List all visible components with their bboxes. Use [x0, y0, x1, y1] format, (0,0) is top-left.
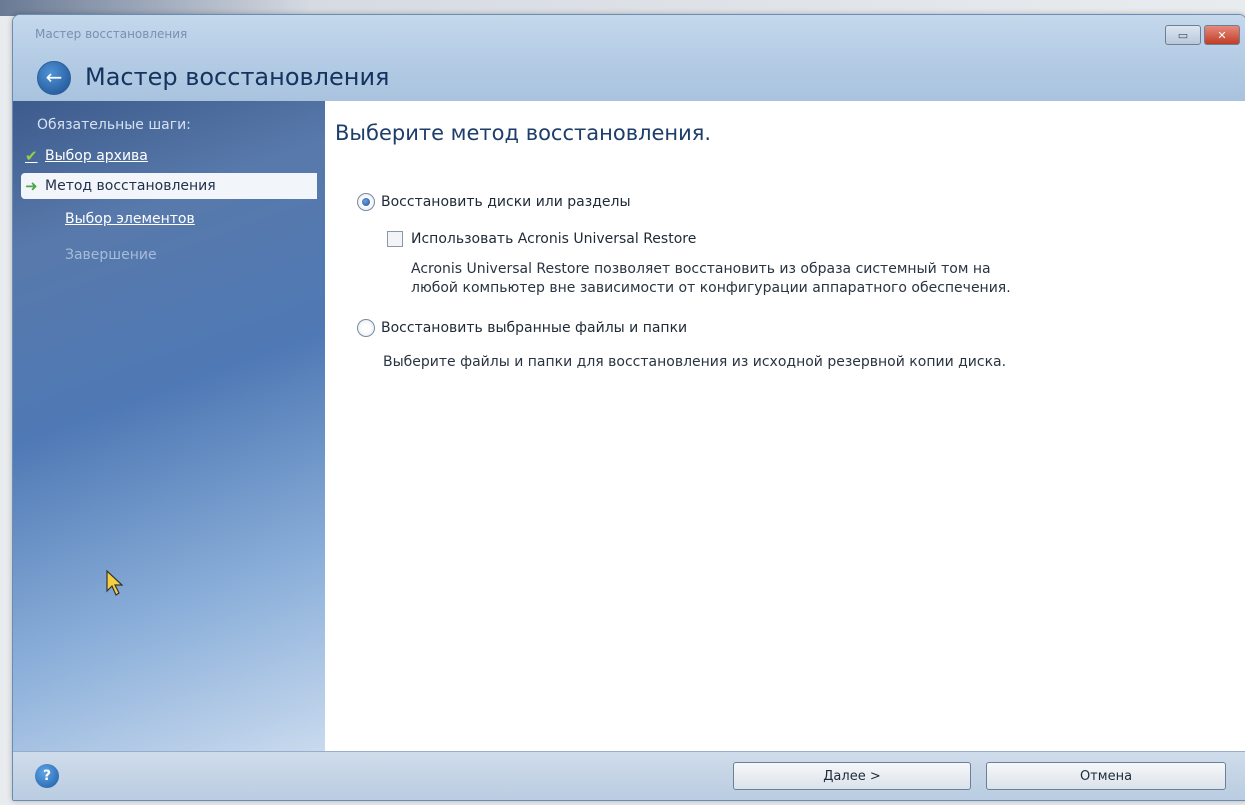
mouse-cursor-icon	[106, 569, 124, 596]
step-restore-method: ➜ Метод восстановления	[21, 173, 317, 199]
radio-button[interactable]	[357, 319, 375, 337]
step-finish: Завершение	[65, 247, 157, 263]
wizard-window: Мастер восстановления ▭ ✕ ← Мастер восст…	[12, 14, 1245, 801]
window-chrome: Мастер восстановления ▭ ✕ ← Мастер восст…	[13, 15, 1245, 101]
wizard-title: Мастер восстановления	[85, 63, 390, 91]
close-icon: ✕	[1217, 28, 1227, 42]
step-archive-selection[interactable]: ✔ Выбор архива	[25, 147, 148, 165]
description-line: Выберите файлы и папки для восстановлени…	[383, 354, 1007, 370]
restore-disks-label: Восстановить диски или разделы	[381, 194, 631, 210]
wizard-body: Обязательные шаги: ✔ Выбор архива ➜ Мето…	[13, 101, 1245, 751]
arrow-right-icon: ➜	[25, 177, 38, 195]
steps-sidebar: Обязательные шаги: ✔ Выбор архива ➜ Мето…	[13, 101, 325, 751]
arrow-left-icon: ←	[45, 65, 63, 89]
step-label: Выбор архива	[45, 148, 148, 164]
wizard-footer: ? Далее > Отмена	[13, 751, 1245, 800]
cancel-button[interactable]: Отмена	[986, 762, 1226, 790]
help-icon[interactable]: ?	[35, 764, 59, 788]
steps-heading: Обязательные шаги:	[37, 117, 191, 133]
universal-restore-description: Acronis Universal Restore позволяет восс…	[411, 260, 1011, 298]
step-label: Выбор элементов	[65, 211, 195, 227]
description-line: любой компьютер вне зависимости от конфи…	[411, 280, 1011, 296]
minimize-icon: ▭	[1177, 28, 1189, 42]
minimize-button[interactable]: ▭	[1165, 25, 1201, 45]
restore-files-description: Выберите файлы и папки для восстановлени…	[383, 353, 1006, 372]
window-title: Мастер восстановления	[35, 27, 188, 41]
restore-disks-option[interactable]: Восстановить диски или разделы	[357, 193, 631, 211]
back-button[interactable]: ←	[37, 61, 71, 95]
step-label: Метод восстановления	[45, 178, 216, 194]
radio-button[interactable]	[357, 193, 375, 211]
checkbox[interactable]	[387, 231, 403, 247]
restore-files-option[interactable]: Восстановить выбранные файлы и папки	[357, 319, 687, 337]
next-button[interactable]: Далее >	[733, 762, 971, 790]
close-button[interactable]: ✕	[1204, 25, 1240, 45]
content-panel: Выберите метод восстановления. Восстанов…	[325, 101, 1245, 751]
universal-restore-option[interactable]: Использовать Acronis Universal Restore	[387, 231, 696, 247]
window-controls: ▭ ✕	[1165, 25, 1240, 45]
checkmark-icon: ✔	[25, 147, 38, 165]
restore-files-label: Восстановить выбранные файлы и папки	[381, 320, 688, 336]
description-line: Acronis Universal Restore позволяет восс…	[411, 261, 991, 277]
step-label: Завершение	[65, 247, 157, 263]
step-item-selection[interactable]: Выбор элементов	[65, 211, 195, 227]
page-heading: Выберите метод восстановления.	[335, 121, 712, 145]
universal-restore-label: Использовать Acronis Universal Restore	[411, 231, 697, 247]
